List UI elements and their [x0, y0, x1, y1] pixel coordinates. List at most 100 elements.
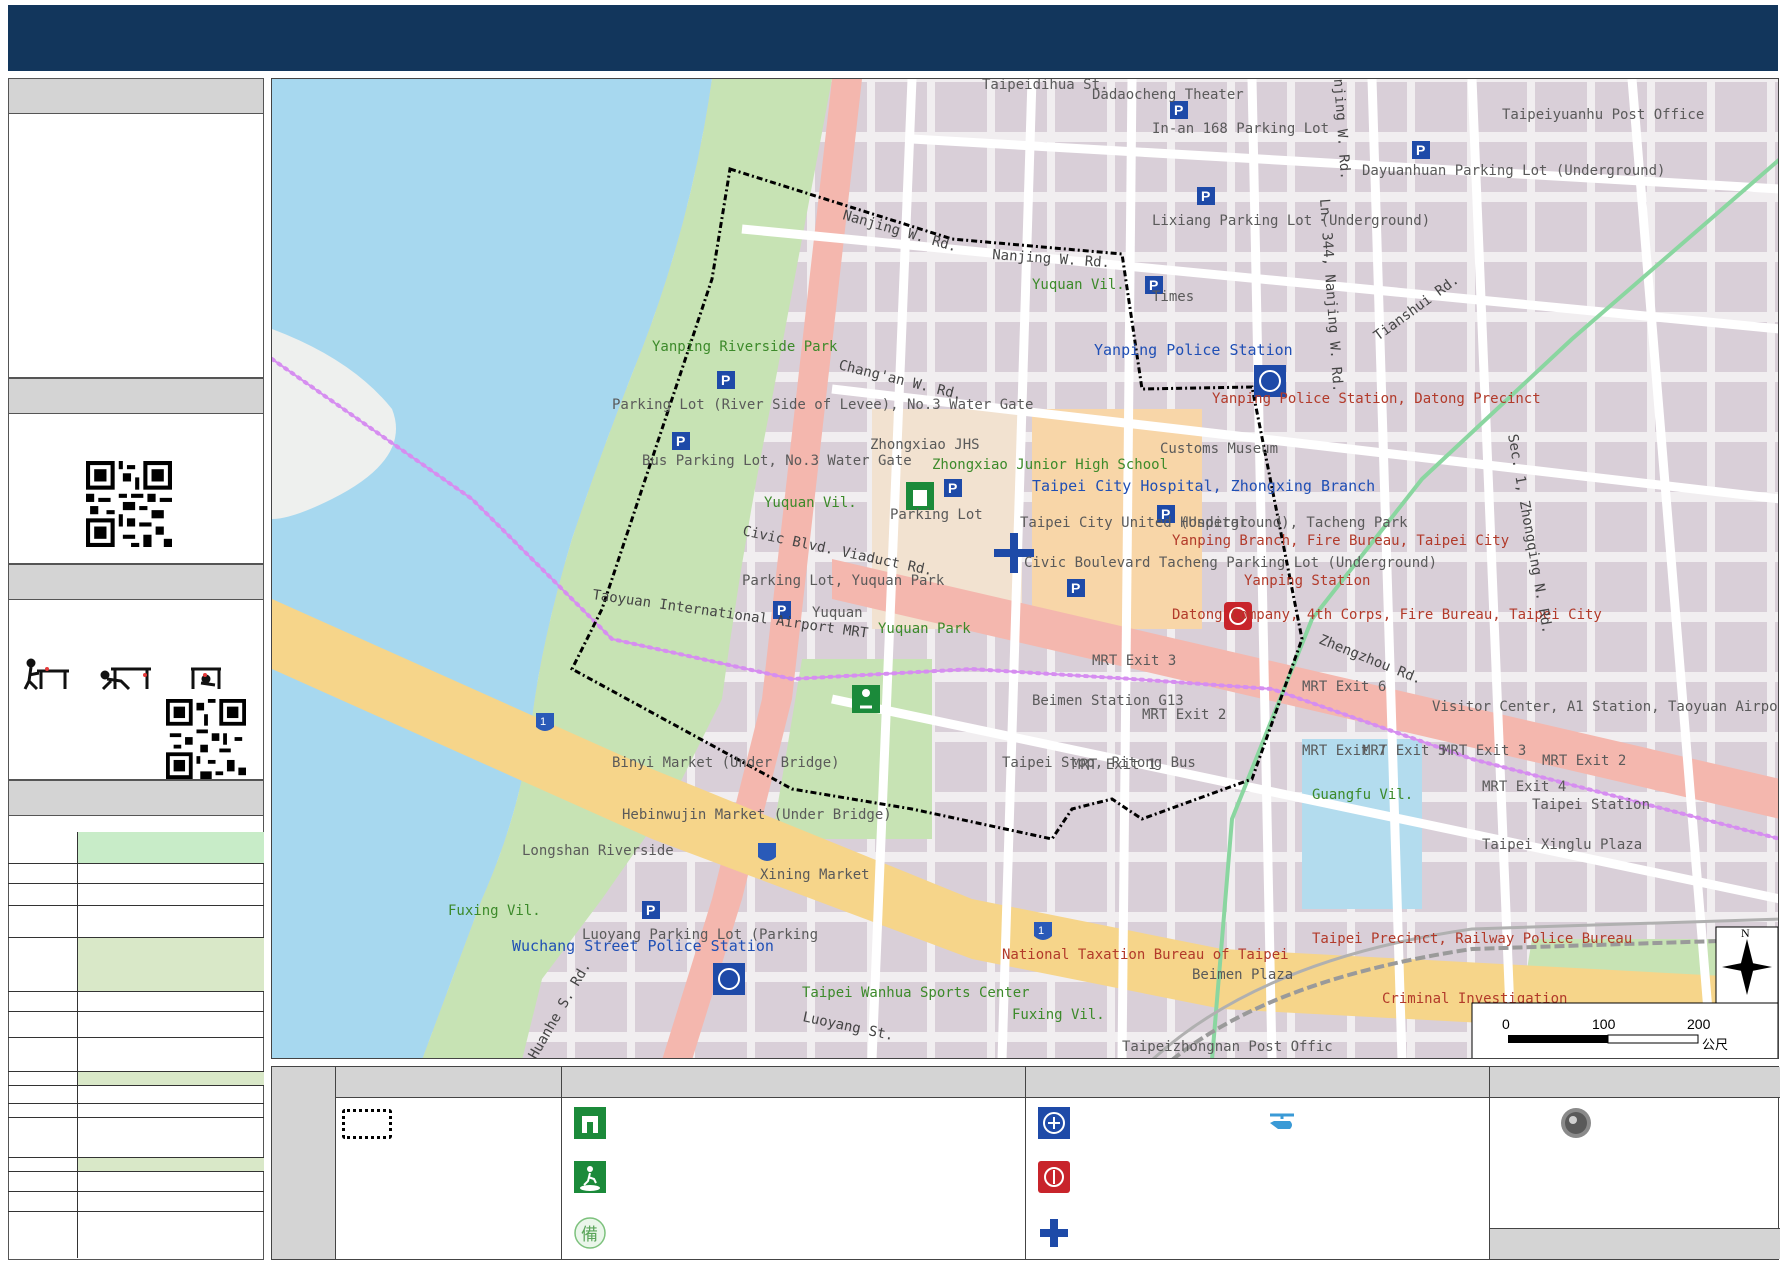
instruction-panel: [8, 564, 264, 780]
label-xining: Xining Market: [760, 867, 870, 883]
qr-panel: [8, 378, 264, 564]
scale-unit: 公尺: [1702, 1038, 1728, 1053]
qr-code-small-icon[interactable]: [166, 699, 246, 779]
svg-text:P: P: [1071, 580, 1080, 596]
evacuation-site-icon: [852, 685, 880, 713]
legend-side-header: [272, 1067, 336, 1259]
label-inan: In-an 168 Parking Lot: [1152, 121, 1329, 137]
label-visitor-center: Visitor Center, A1 Station, Taoyuan Airp…: [1432, 699, 1779, 715]
svg-text:1: 1: [1038, 925, 1044, 937]
helicopter-icon: [1270, 1113, 1294, 1129]
label-zhongnan-post: Taipeizhongnan Post Offic: [1122, 1039, 1333, 1055]
medical-icon: [1040, 1219, 1068, 1247]
table-row: [8, 1038, 264, 1072]
label-mrt-exit2: MRT Exit 2: [1142, 707, 1226, 723]
label-north: N: [1741, 926, 1750, 940]
table-row: [8, 938, 264, 992]
label-zhongxiao-jhs: Zhongxiao JHS: [870, 437, 980, 453]
label-wuchang-police: Wuchang Street Police Station: [512, 937, 774, 955]
label-bus-parking: Bus Parking Lot, No.3 Water Gate: [642, 453, 912, 469]
facility-table-header: [9, 781, 263, 816]
svg-text:備: 備: [581, 1225, 598, 1245]
table-row: [8, 1104, 264, 1118]
table-row: [8, 1086, 264, 1104]
table-row: [8, 1212, 264, 1258]
shelter-icon: [906, 482, 934, 510]
label-zhongxiao-school: Zhongxiao Junior High School: [932, 457, 1168, 473]
map-canvas[interactable]: P P P P P P P P P P P 1 1 Taipeidihua St…: [272, 79, 1779, 1059]
label-lixiang: Lixiang Parking Lot (Underground): [1152, 213, 1430, 229]
police-icon: [1038, 1107, 1070, 1139]
svg-text:P: P: [1201, 188, 1210, 204]
police-station-icon: [713, 963, 745, 995]
parking-icon: P: [1170, 101, 1188, 119]
label-times: Times: [1152, 289, 1194, 305]
label-binyi: Binyi Market (Under Bridge): [612, 755, 840, 771]
qr-panel-header: [9, 379, 263, 414]
instruction-panel-header: [9, 565, 263, 600]
legend-panel: 備: [271, 1066, 1780, 1260]
label-hospital: Taipei City Hospital, Zhongxing Branch: [1032, 477, 1375, 495]
label-beimen-plaza: Beimen Plaza: [1192, 967, 1293, 983]
legend-footer: [1490, 1228, 1780, 1259]
label-parking-levee: Parking Lot (River Side of Levee), No.3 …: [612, 397, 1033, 413]
point-icon: [1561, 1108, 1591, 1138]
label-yanping-station: Yanping Station: [1244, 573, 1370, 589]
table-row: [8, 864, 264, 884]
label-yanping-police: Yanping Police Station: [1094, 341, 1293, 359]
qr-code-icon[interactable]: [86, 461, 172, 547]
parking-icon: P: [672, 432, 690, 450]
svg-text:P: P: [1416, 142, 1425, 158]
table-row: [8, 906, 264, 938]
label-mrt-exit5: MRT Exit 5: [1362, 743, 1446, 759]
shelter-icon: [574, 1107, 606, 1139]
scale-tick-100: 100: [1592, 1016, 1616, 1032]
parking-icon: P: [717, 371, 735, 389]
table-row: [8, 1192, 264, 1212]
label-mrt-exit6: MRT Exit 6: [1302, 679, 1386, 695]
label-yuquan-vil-n: Yuquan Vil.: [1032, 277, 1125, 293]
label-taipei-station: Taipei Station: [1532, 797, 1650, 813]
north-arrow-icon: N: [1715, 926, 1778, 1004]
map-frame[interactable]: P P P P P P P P P P P 1 1 Taipeidihua St…: [271, 78, 1779, 1059]
label-national-tax: National Taxation Bureau of Taipei: [1002, 947, 1289, 963]
table-row: [8, 992, 264, 1012]
label-dayuanhuan: Dayuanhuan Parking Lot (Underground): [1362, 163, 1665, 179]
label-dadaocheng: Dadaocheng Theater: [1092, 87, 1244, 103]
svg-text:P: P: [646, 902, 655, 918]
label-fuxing-vil-w: Fuxing Vil.: [448, 903, 541, 919]
highway-shield-icon: 1: [1034, 922, 1052, 940]
info-panel: [8, 78, 264, 378]
label-mrt-exit3: MRT Exit 3: [1092, 653, 1176, 669]
label-yuquan-vil-w: Yuquan Vil.: [764, 495, 857, 511]
label-tacheng-park: (Underground), Tacheng Park: [1180, 515, 1408, 531]
label-parking-lot-cz: Parking Lot: [890, 507, 983, 523]
svg-text:P: P: [721, 372, 730, 388]
label-yanping-riverside: Yanping Riverside Park: [652, 339, 838, 355]
label-hebinwujin: Hebinwujin Market (Under Bridge): [622, 807, 892, 823]
svg-text:P: P: [1174, 102, 1183, 118]
table-row: [8, 1012, 264, 1038]
header-bar: [8, 5, 1778, 71]
label-taipei-xinglu: Taipei Xinglu Plaza: [1482, 837, 1642, 853]
scale-tick-200: 200: [1687, 1016, 1711, 1032]
evacuation-site-icon: [574, 1161, 606, 1193]
label-yuquan-park: Yuquan Park: [878, 621, 971, 637]
standby-icon: 備: [574, 1217, 606, 1249]
svg-text:P: P: [948, 480, 957, 496]
scale-bar: 0 100 200 公尺: [1471, 1002, 1778, 1058]
label-civic-parking: Civic Boulevard Tacheng Parking Lot (Und…: [1024, 555, 1437, 571]
label-wanhua: Taipei Wanhua Sports Center: [802, 985, 1030, 1001]
table-row: [8, 1158, 264, 1172]
label-mrt-exit3b: MRT Exit 3: [1442, 743, 1526, 759]
parking-icon: P: [642, 901, 660, 919]
legend-col-boundary: [336, 1067, 562, 1259]
highway-shield-icon: [758, 843, 776, 861]
table-row: [8, 1072, 264, 1086]
parking-icon: P: [944, 479, 962, 497]
legend-col-shelter: 備: [562, 1067, 1026, 1259]
sidebar: [8, 78, 264, 1260]
table-row: [8, 1172, 264, 1192]
fire-icon: [1038, 1161, 1070, 1193]
label-fuxing-vil-s: Fuxing Vil.: [1012, 1007, 1105, 1023]
